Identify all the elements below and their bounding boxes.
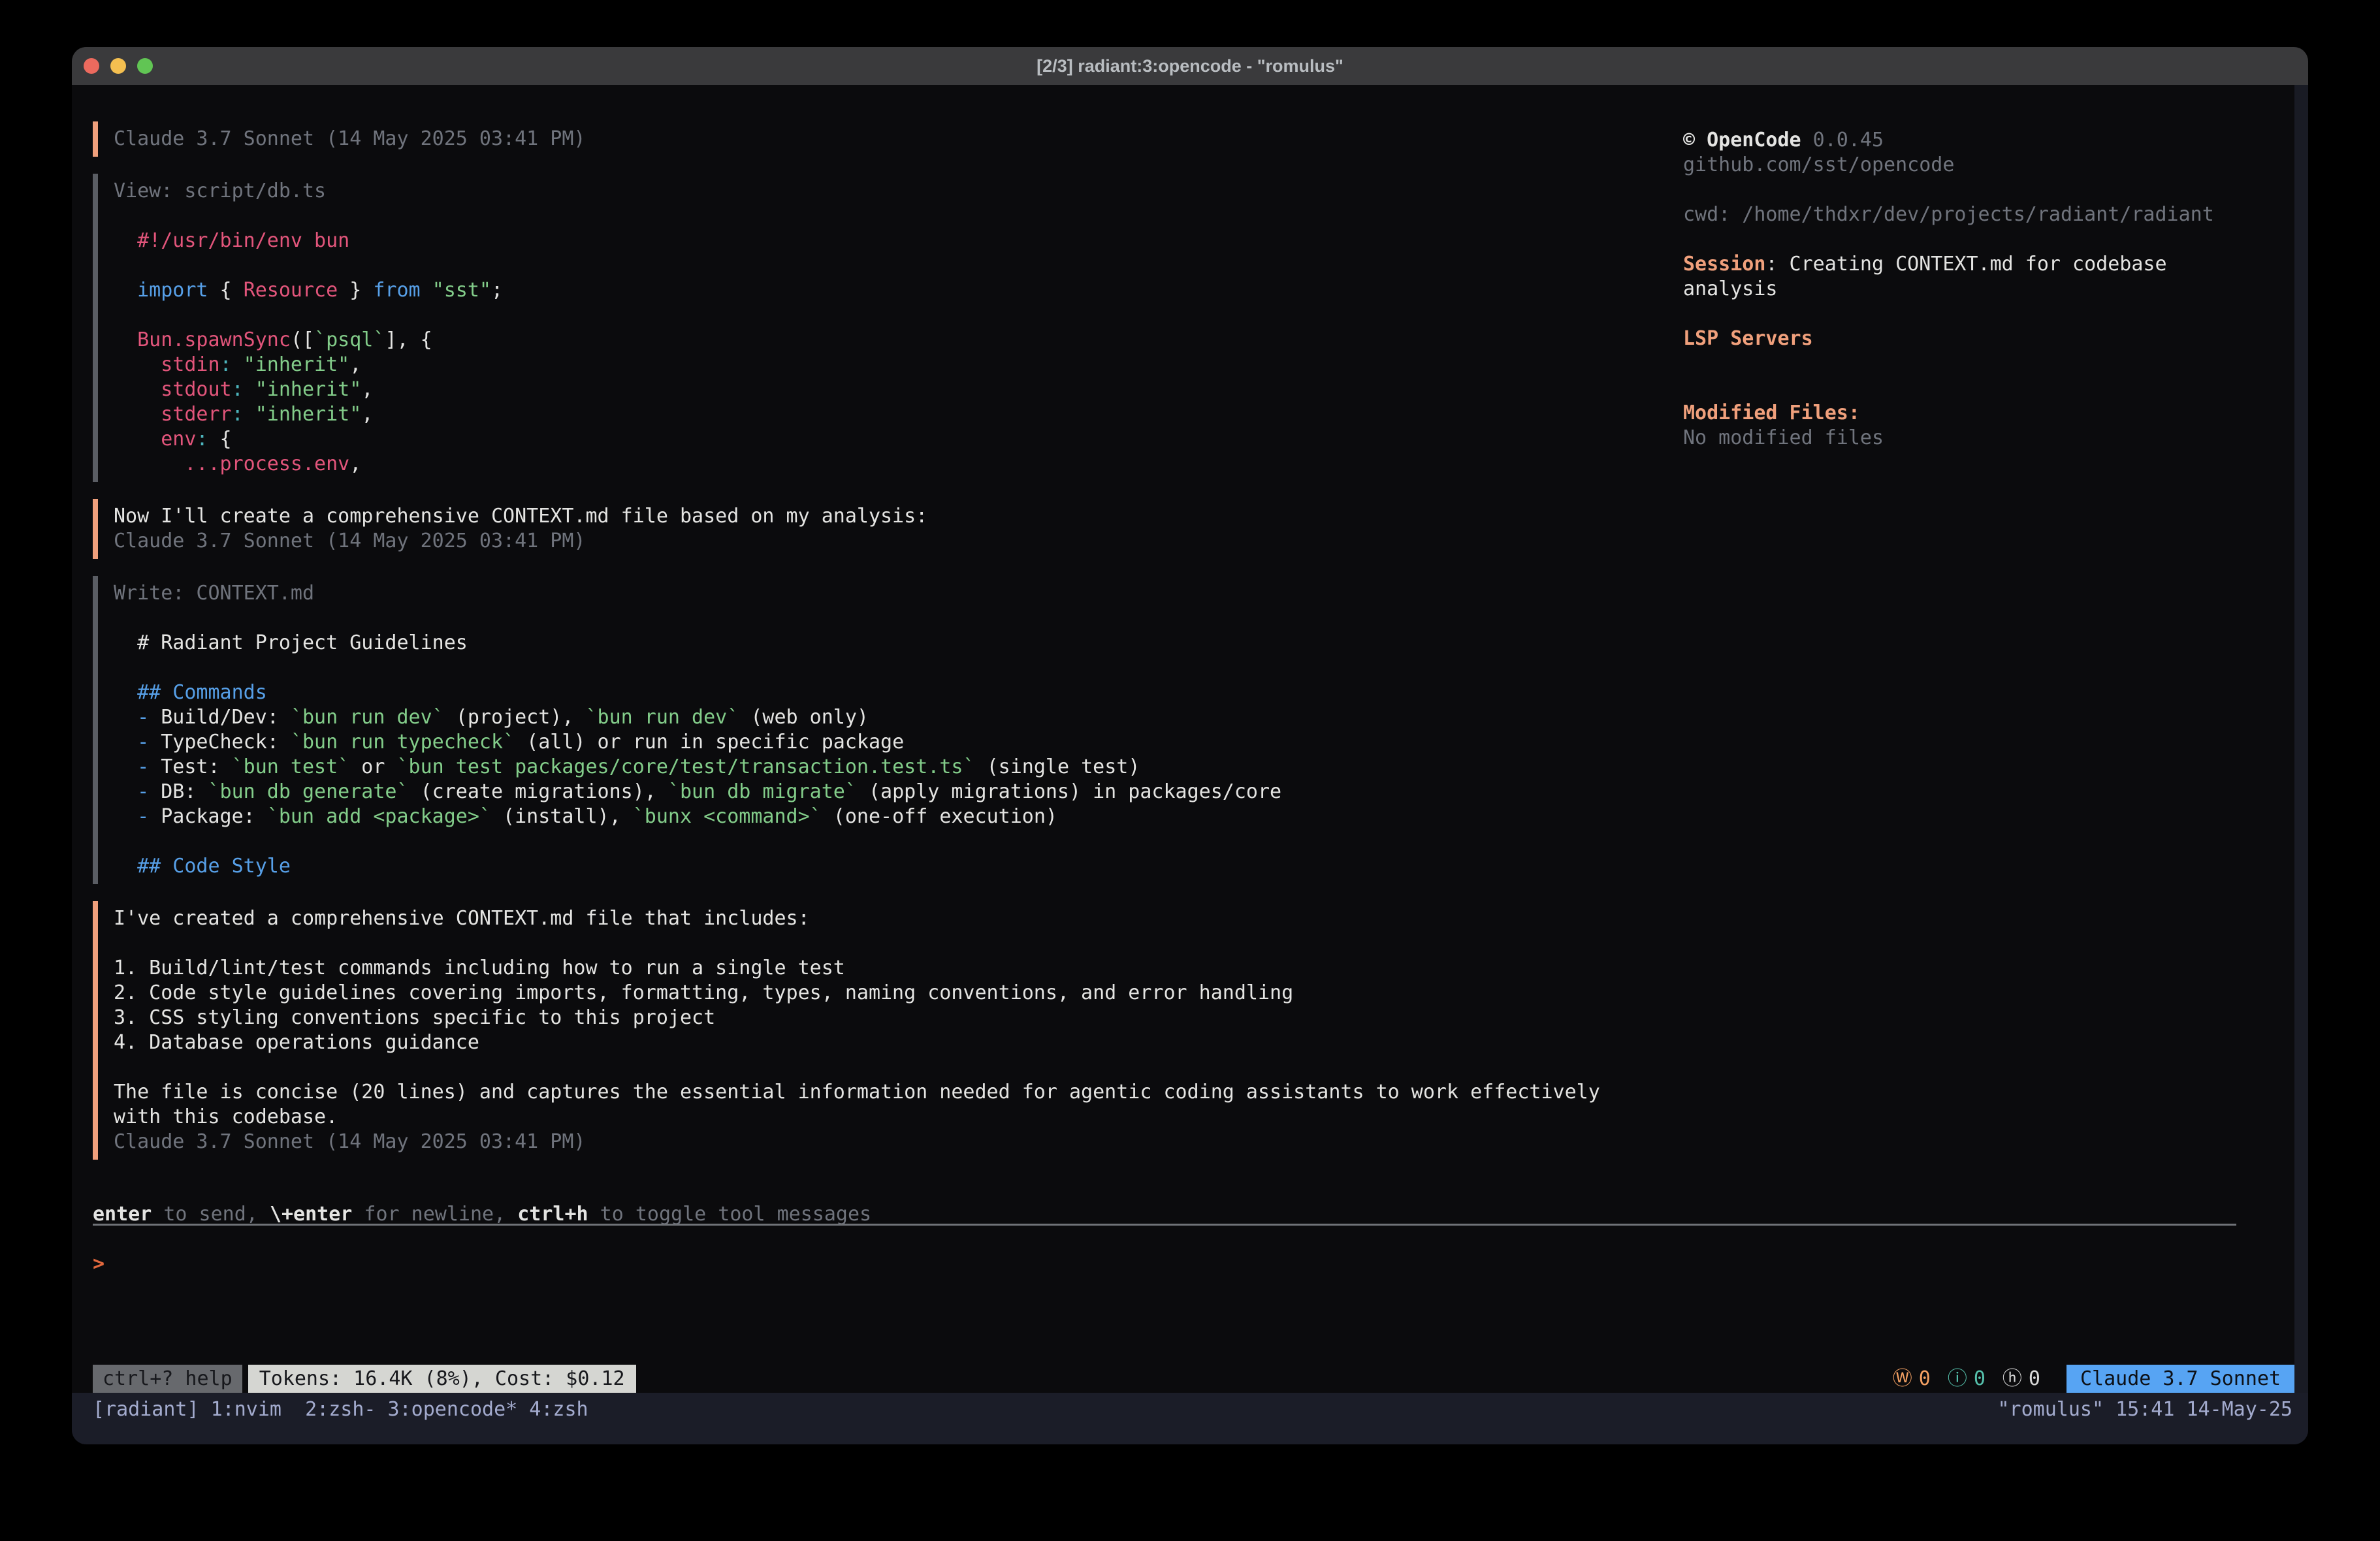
diagnostic-counter: ⓘ0: [1948, 1365, 1986, 1393]
text-line: [1683, 351, 2297, 376]
text-line: [1683, 302, 2297, 326]
text-line: # Radiant Project Guidelines: [114, 631, 1673, 656]
text-line: [1683, 227, 2297, 252]
text-line: cwd: /home/thdxr/dev/projects/radiant/ra…: [1683, 202, 2297, 227]
sidebar-info: © OpenCode 0.0.45github.com/sst/opencode…: [1683, 128, 2297, 451]
text-line: [1683, 376, 2297, 401]
help-shortcut-badge: ctrl+? help: [93, 1365, 242, 1393]
text-line: ...process.env,: [114, 452, 1673, 477]
text-line: env: {: [114, 427, 1673, 452]
traffic-lights: [84, 47, 153, 85]
diagnostic-icon: ⓘ: [1948, 1365, 1967, 1393]
text-line: 3. CSS styling conventions specific to t…: [114, 1006, 1673, 1030]
text-line: [114, 253, 1673, 278]
text-line: 1. Build/lint/test commands including ho…: [114, 956, 1673, 981]
text-line: stdin: "inherit",: [114, 353, 1673, 377]
text-line: Now I'll create a comprehensive CONTEXT.…: [114, 504, 1673, 529]
diagnostic-count: 0: [2029, 1365, 2040, 1393]
text-line: The file is concise (20 lines) and captu…: [114, 1080, 1673, 1105]
text-line: [114, 656, 1673, 680]
diagnostic-icon: ⓗ: [2002, 1365, 2022, 1393]
assistant-message-block: Claude 3.7 Sonnet (14 May 2025 03:41 PM): [93, 121, 1673, 157]
text-line: github.com/sst/opencode: [1683, 153, 2297, 178]
transcript: Claude 3.7 Sonnet (14 May 2025 03:41 PM)…: [93, 121, 1673, 1177]
title-bar: [2/3] radiant:3:opencode - "romulus": [72, 47, 2308, 85]
text-line: - Build/Dev: `bun run dev` (project), `b…: [114, 705, 1673, 730]
tokens-cost-badge: Tokens: 16.4K (8%), Cost: $0.12: [248, 1365, 636, 1393]
text-line: ## Code Style: [114, 854, 1673, 879]
status-bar: ctrl+? help Tokens: 16.4K (8%), Cost: $0…: [93, 1365, 2294, 1393]
composer-divider: [93, 1224, 2236, 1226]
text-line: [114, 303, 1673, 328]
assistant-message-block: I've created a comprehensive CONTEXT.md …: [93, 901, 1673, 1160]
composer-input[interactable]: >: [93, 1252, 2274, 1277]
text-line: - DB: `bun db generate` (create migratio…: [114, 780, 1673, 804]
status-right-group: Ⓦ0ⓘ0ⓗ0 Claude 3.7 Sonnet: [1893, 1365, 2294, 1393]
text-line: [114, 204, 1673, 229]
zoom-button[interactable]: [137, 58, 153, 74]
diagnostic-count: 0: [1919, 1365, 1931, 1393]
text-line: Write: CONTEXT.md: [114, 581, 1673, 606]
text-line: Bun.spawnSync([`psql`], {: [114, 328, 1673, 353]
text-line: View: script/db.ts: [114, 179, 1673, 204]
close-button[interactable]: [84, 58, 99, 74]
text-line: 2. Code style guidelines covering import…: [114, 981, 1673, 1006]
tool-call-block: View: script/db.ts #!/usr/bin/env bun im…: [93, 174, 1673, 482]
diagnostics-counters: Ⓦ0ⓘ0ⓗ0: [1893, 1365, 2040, 1393]
tmux-window-list: [radiant] 1:nvim 2:zsh- 3:opencode* 4:zs…: [93, 1397, 588, 1422]
text-line: Modified Files:: [1683, 401, 2297, 426]
text-line: © OpenCode 0.0.45: [1683, 128, 2297, 153]
terminal-window: [2/3] radiant:3:opencode - "romulus" Cla…: [72, 47, 2308, 1444]
text-line: Claude 3.7 Sonnet (14 May 2025 03:41 PM): [114, 1130, 1673, 1154]
window-title: [2/3] radiant:3:opencode - "romulus": [1037, 56, 1343, 76]
text-line: [114, 931, 1673, 956]
diagnostic-icon: Ⓦ: [1893, 1365, 1912, 1393]
text-line: Claude 3.7 Sonnet (14 May 2025 03:41 PM): [114, 529, 1673, 554]
text-line: - Test: `bun test` or `bun test packages…: [114, 755, 1673, 780]
diagnostic-counter: Ⓦ0: [1893, 1365, 1931, 1393]
text-line: with this codebase.: [114, 1105, 1673, 1130]
text-line: No modified files: [1683, 426, 2297, 451]
text-line: - TypeCheck: `bun run typecheck` (all) o…: [114, 730, 1673, 755]
terminal-content: Claude 3.7 Sonnet (14 May 2025 03:41 PM)…: [72, 85, 2308, 1444]
text-line: 4. Database operations guidance: [114, 1030, 1673, 1055]
prompt-icon: >: [93, 1252, 105, 1275]
text-line: - Package: `bun add <package>` (install)…: [114, 804, 1673, 829]
text-line: ## Commands: [114, 680, 1673, 705]
text-line: [114, 829, 1673, 854]
text-line: LSP Servers: [1683, 326, 2297, 351]
assistant-message-block: Now I'll create a comprehensive CONTEXT.…: [93, 499, 1673, 559]
minimize-button[interactable]: [110, 58, 126, 74]
tool-call-block: Write: CONTEXT.md # Radiant Project Guid…: [93, 576, 1673, 884]
text-line: [114, 606, 1673, 631]
text-line: stderr: "inherit",: [114, 402, 1673, 427]
text-line: import { Resource } from "sst";: [114, 278, 1673, 303]
text-line: [114, 1055, 1673, 1080]
model-badge: Claude 3.7 Sonnet: [2066, 1365, 2294, 1393]
text-line: [1683, 178, 2297, 202]
tmux-status-bar: [radiant] 1:nvim 2:zsh- 3:opencode* 4:zs…: [72, 1393, 2308, 1444]
diagnostic-count: 0: [1974, 1365, 1986, 1393]
text-line: #!/usr/bin/env bun: [114, 229, 1673, 253]
text-line: analysis: [1683, 277, 2297, 302]
text-line: Claude 3.7 Sonnet (14 May 2025 03:41 PM): [114, 127, 1673, 151]
text-line: I've created a comprehensive CONTEXT.md …: [114, 906, 1673, 931]
tmux-session-clock: "romulus" 15:41 14-May-25: [1997, 1397, 2292, 1422]
text-line: stdout: "inherit",: [114, 377, 1673, 402]
diagnostic-counter: ⓗ0: [2002, 1365, 2040, 1393]
text-line: Session: Creating CONTEXT.md for codebas…: [1683, 252, 2297, 277]
